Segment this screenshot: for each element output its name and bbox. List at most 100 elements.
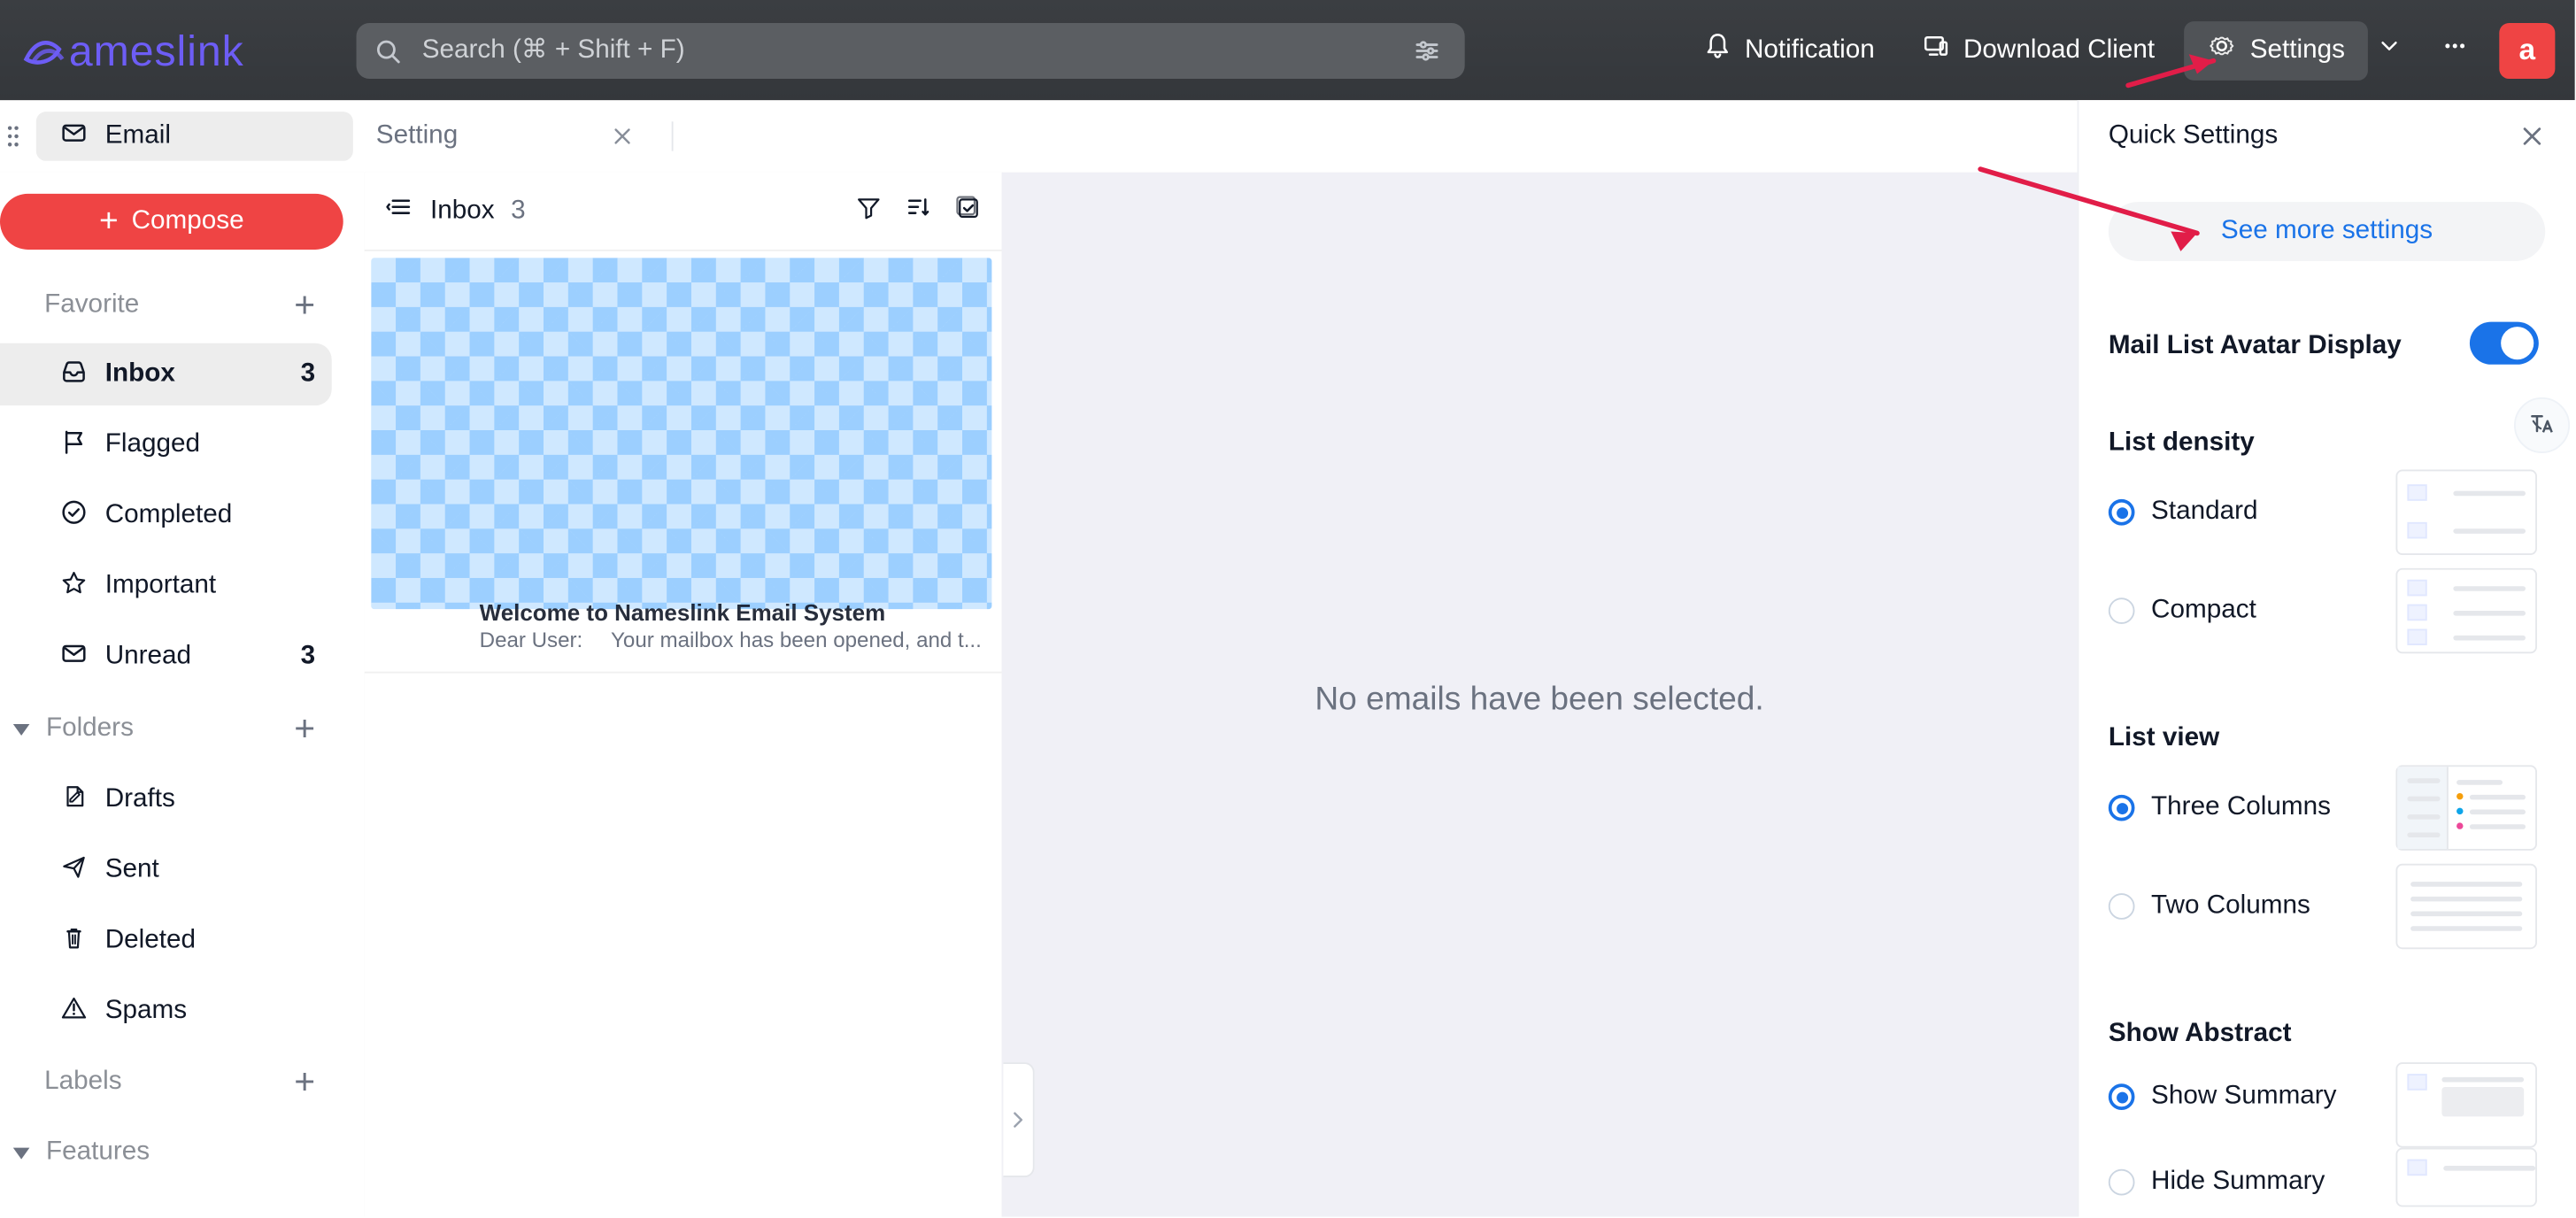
features-section-left[interactable]: Features	[12, 1137, 150, 1168]
close-icon[interactable]	[609, 123, 636, 150]
sidebar-item-flagged[interactable]: Flagged	[0, 413, 332, 475]
mail-list-item[interactable]: Welcome to Nameslink Email System Dear U…	[364, 251, 1002, 674]
top-bar: ameslink Search (⌘ + Shift + F) Notifica…	[0, 0, 2575, 101]
abstract-hide-summary-option[interactable]: Hide Summary	[2108, 1167, 2325, 1197]
filter-icon[interactable]	[854, 192, 883, 230]
thumb-row	[2407, 579, 2526, 597]
download-client-label: Download Client	[1963, 35, 2156, 64]
settings-label: Settings	[2249, 35, 2345, 64]
sidebar-item-spams[interactable]: Spams	[0, 980, 332, 1042]
sort-icon[interactable]	[903, 192, 932, 230]
features-section: Features	[0, 1127, 365, 1179]
mail-icon	[59, 638, 89, 676]
more-button[interactable]	[2427, 20, 2483, 80]
add-folder-icon[interactable]: +	[294, 710, 315, 747]
tab-email-label: Email	[104, 121, 171, 150]
app-root: ameslink Search (⌘ + Shift + F) Notifica…	[0, 0, 2576, 1217]
unread-count-badge: 3	[300, 642, 316, 670]
check-circle-icon	[59, 497, 89, 535]
folders-section-left[interactable]: Folders	[12, 713, 134, 744]
folders-section: Folders +	[0, 703, 365, 755]
drag-handle[interactable]	[4, 100, 23, 173]
sidebar-item-deleted[interactable]: Deleted	[0, 910, 332, 972]
add-favorite-icon[interactable]: +	[294, 287, 315, 324]
sidebar-item-important[interactable]: Important	[0, 555, 332, 617]
drafts-icon	[59, 781, 89, 819]
folders-label: Folders	[45, 713, 134, 743]
sidebar-item-sent[interactable]: Sent	[0, 839, 332, 901]
unread-count-badge: 3	[300, 359, 316, 388]
show-summary-thumbnail[interactable]	[2395, 1062, 2537, 1148]
radio-hide-summary[interactable]	[2108, 1168, 2135, 1196]
translate-button[interactable]	[2514, 397, 2571, 453]
list-menu-icon[interactable]	[384, 192, 413, 230]
thumb-row	[2407, 628, 2526, 646]
thumb-line	[2441, 1076, 2525, 1083]
add-label-icon[interactable]: +	[294, 1063, 315, 1100]
density-compact-label: Compact	[2151, 596, 2256, 624]
star-icon	[59, 567, 89, 605]
radio-standard[interactable]	[2108, 498, 2135, 526]
abstract-show-summary-option[interactable]: Show Summary	[2108, 1082, 2337, 1111]
user-avatar[interactable]: a	[2499, 22, 2556, 79]
thumb-row	[2407, 521, 2526, 539]
reading-pane-collapse-handle[interactable]	[1003, 1062, 1035, 1178]
see-more-settings-label: See more settings	[2220, 216, 2433, 245]
view-two-columns-option[interactable]: Two Columns	[2108, 891, 2310, 921]
sidebar-item-drafts[interactable]: Drafts	[0, 768, 332, 830]
flag-icon	[59, 426, 89, 464]
tab-setting[interactable]: Setting	[353, 112, 659, 161]
see-more-settings-button[interactable]: See more settings	[2108, 202, 2546, 261]
avatar-display-toggle[interactable]	[2469, 321, 2539, 365]
density-compact-thumbnail[interactable]	[2395, 567, 2537, 654]
radio-two-columns[interactable]	[2108, 893, 2135, 920]
settings-dropdown-button[interactable]	[2368, 20, 2410, 80]
compose-button[interactable]: + Compose	[0, 193, 343, 250]
mail-list-title: Inbox 3	[384, 192, 526, 230]
sidebar-item-spams-left: Spams	[59, 992, 187, 1030]
brand-mark-icon	[19, 33, 66, 69]
thumb-col-right	[2447, 767, 2535, 849]
density-standard-thumbnail[interactable]	[2395, 469, 2537, 555]
search-filter-icon[interactable]	[1412, 36, 1441, 66]
app-logo[interactable]: ameslink	[19, 23, 243, 79]
sidebar-item-label: Completed	[104, 500, 233, 529]
sidebar-item-inbox[interactable]: Inbox 3	[0, 343, 332, 406]
sidebar-item-completed[interactable]: Completed	[0, 484, 332, 546]
radio-three-columns[interactable]	[2108, 794, 2135, 821]
mail-subject: Welcome to Nameslink Email System	[479, 599, 886, 626]
two-columns-thumbnail[interactable]	[2395, 863, 2537, 950]
image-placeholder	[371, 258, 992, 610]
thumb-row	[2407, 604, 2526, 621]
hide-summary-thumbnail[interactable]	[2395, 1147, 2537, 1207]
download-client-button[interactable]: Download Client	[1898, 20, 2178, 80]
sidebar-item-label: Unread	[104, 642, 192, 670]
thumb-summary-box	[2441, 1087, 2525, 1117]
density-standard-label: Standard	[2151, 497, 2258, 526]
view-three-columns-label: Three Columns	[2151, 792, 2331, 821]
view-three-columns-option[interactable]: Three Columns	[2108, 792, 2331, 822]
select-all-icon[interactable]	[953, 192, 982, 230]
avatar-letter: a	[2518, 33, 2536, 66]
density-standard-option[interactable]: Standard	[2108, 497, 2258, 527]
thumb-square	[2407, 1074, 2427, 1091]
sidebar-item-label: Inbox	[104, 359, 175, 388]
sidebar-item-deleted-left: Deleted	[59, 922, 196, 960]
notification-button[interactable]: Notification	[1679, 20, 1898, 80]
reading-pane: No emails have been selected.	[1001, 172, 2078, 1217]
settings-button[interactable]: Settings	[2184, 20, 2368, 80]
tab-email[interactable]: Email	[35, 112, 353, 161]
sidebar-item-sent-left: Sent	[59, 852, 159, 890]
global-search[interactable]	[356, 22, 1465, 80]
abstract-hide-summary-label: Hide Summary	[2151, 1167, 2325, 1196]
search-input[interactable]	[419, 34, 1413, 68]
sidebar-item-unread[interactable]: Unread 3	[0, 626, 332, 688]
three-columns-thumbnail[interactable]	[2395, 765, 2537, 851]
features-label: Features	[45, 1137, 150, 1167]
radio-compact[interactable]	[2108, 597, 2135, 624]
radio-show-summary[interactable]	[2108, 1083, 2135, 1110]
density-compact-option[interactable]: Compact	[2108, 596, 2256, 625]
close-icon[interactable]	[2518, 121, 2547, 150]
mail-icon	[59, 118, 89, 156]
sidebar-item-drafts-left: Drafts	[59, 781, 175, 819]
